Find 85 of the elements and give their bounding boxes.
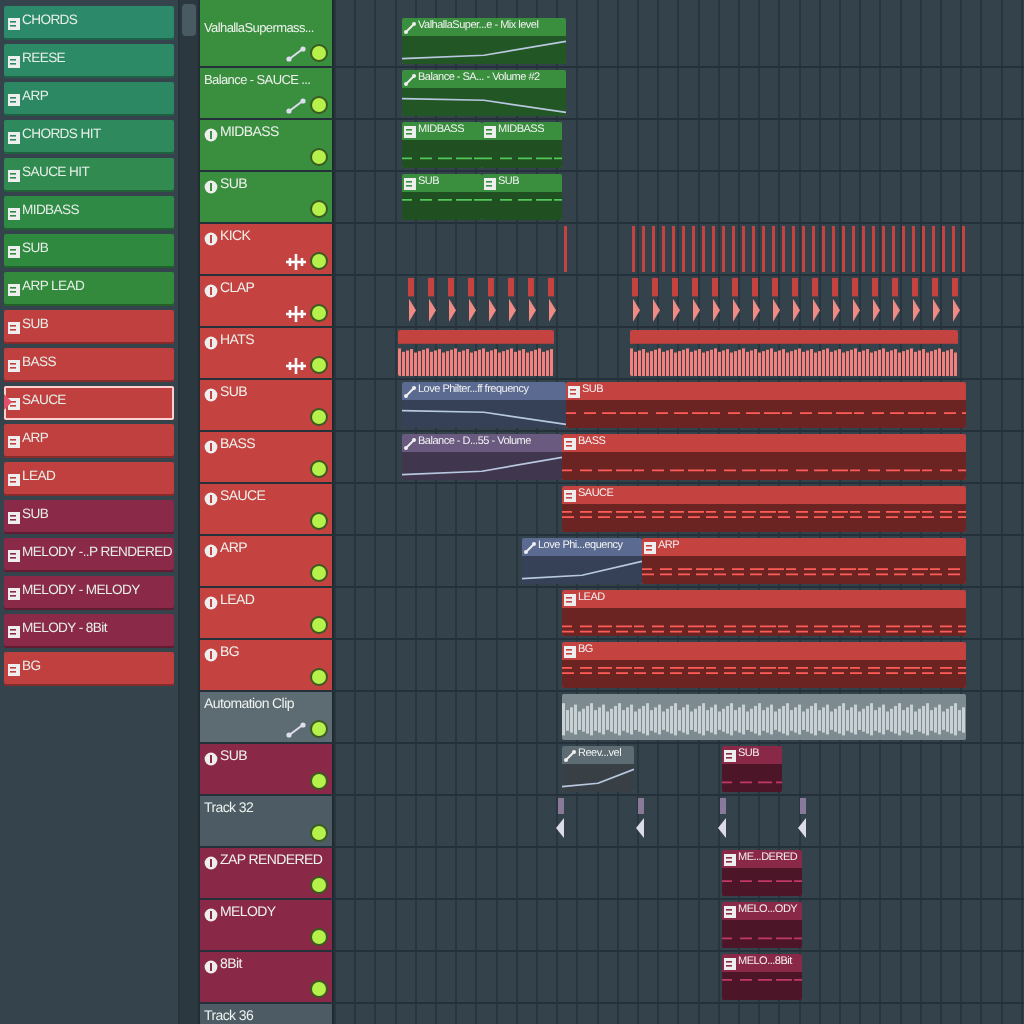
pattern-icon [564,489,576,501]
pattern-icon [568,385,580,397]
pattern-icon [8,17,20,29]
pattern-icon [564,437,576,449]
audio-clip[interactable] [630,330,958,376]
pattern-icon [8,321,20,333]
automation-icon [404,437,416,449]
audio-clip[interactable] [562,694,966,740]
track-enable-led[interactable] [312,46,326,60]
instrument-icon [204,543,218,558]
pattern-icon [8,93,20,105]
pattern-icon [8,473,20,485]
track-enable-led[interactable] [312,566,326,580]
track-enable-led[interactable] [312,982,326,996]
track-enable-led[interactable] [312,410,326,424]
instrument-icon [204,855,218,870]
automation-icon [404,21,416,33]
pattern-icon [8,511,20,523]
track-enable-led[interactable] [312,358,326,372]
automation-icon [286,722,306,738]
instrument-icon [204,595,218,610]
track-enable-led[interactable] [312,930,326,944]
instrument-icon [204,439,218,454]
instrument-icon [204,647,218,662]
instrument-icon [204,179,218,194]
track-enable-led[interactable] [312,150,326,164]
instrument-icon [204,127,218,142]
track-enable-led[interactable] [312,514,326,528]
pattern-icon [644,541,656,553]
instrument-icon [204,283,218,298]
instrument-icon [204,959,218,974]
track-enable-led[interactable] [312,670,326,684]
pattern-icon [724,853,736,865]
pattern-icon [724,905,736,917]
automation-icon [404,73,416,85]
pattern-icon [404,125,416,137]
pattern-icon [404,177,416,189]
pattern-icon [8,663,20,675]
pattern-icon [8,207,20,219]
track-enable-led[interactable] [312,722,326,736]
slice-icon [286,306,306,322]
automation-icon [286,46,306,62]
drum-clip[interactable] [630,226,970,272]
track-enable-led[interactable] [312,306,326,320]
track-enable-led[interactable] [312,826,326,840]
audio-clip[interactable] [398,330,554,376]
pointer-icon [4,394,12,410]
scrollbar-thumb[interactable] [182,4,196,36]
pattern-icon [8,435,20,447]
pattern-icon [8,245,20,257]
automation-icon [564,749,576,761]
automation-icon [286,98,306,114]
track-enable-led[interactable] [312,618,326,632]
automation-icon [404,385,416,397]
pattern-icon [8,587,20,599]
pattern-icon [564,593,576,605]
instrument-icon [204,387,218,402]
instrument-icon [204,335,218,350]
pattern-icon [724,957,736,969]
track-enable-led[interactable] [312,774,326,788]
pattern-icon [8,359,20,371]
pattern-icon [564,645,576,657]
pattern-icon [8,55,20,67]
instrument-icon [204,751,218,766]
pattern-icon [8,283,20,295]
track-enable-led[interactable] [312,254,326,268]
pattern-icon [8,549,20,561]
drum-clip[interactable] [406,278,562,324]
pattern-icon [8,625,20,637]
track-enable-led[interactable] [312,462,326,476]
pattern-icon [8,131,20,143]
slice-icon [286,254,306,270]
instrument-icon [204,491,218,506]
automation-icon [524,541,536,553]
track-enable-led[interactable] [312,878,326,892]
pattern-icon [724,749,736,761]
pattern-icon [8,169,20,181]
slice-icon [286,358,306,374]
drum-clip[interactable] [562,226,568,272]
track-enable-led[interactable] [312,202,326,216]
instrument-icon [204,231,218,246]
pattern-icon [484,177,496,189]
instrument-icon [204,907,218,922]
track-enable-led[interactable] [312,98,326,112]
pattern-icon [484,125,496,137]
